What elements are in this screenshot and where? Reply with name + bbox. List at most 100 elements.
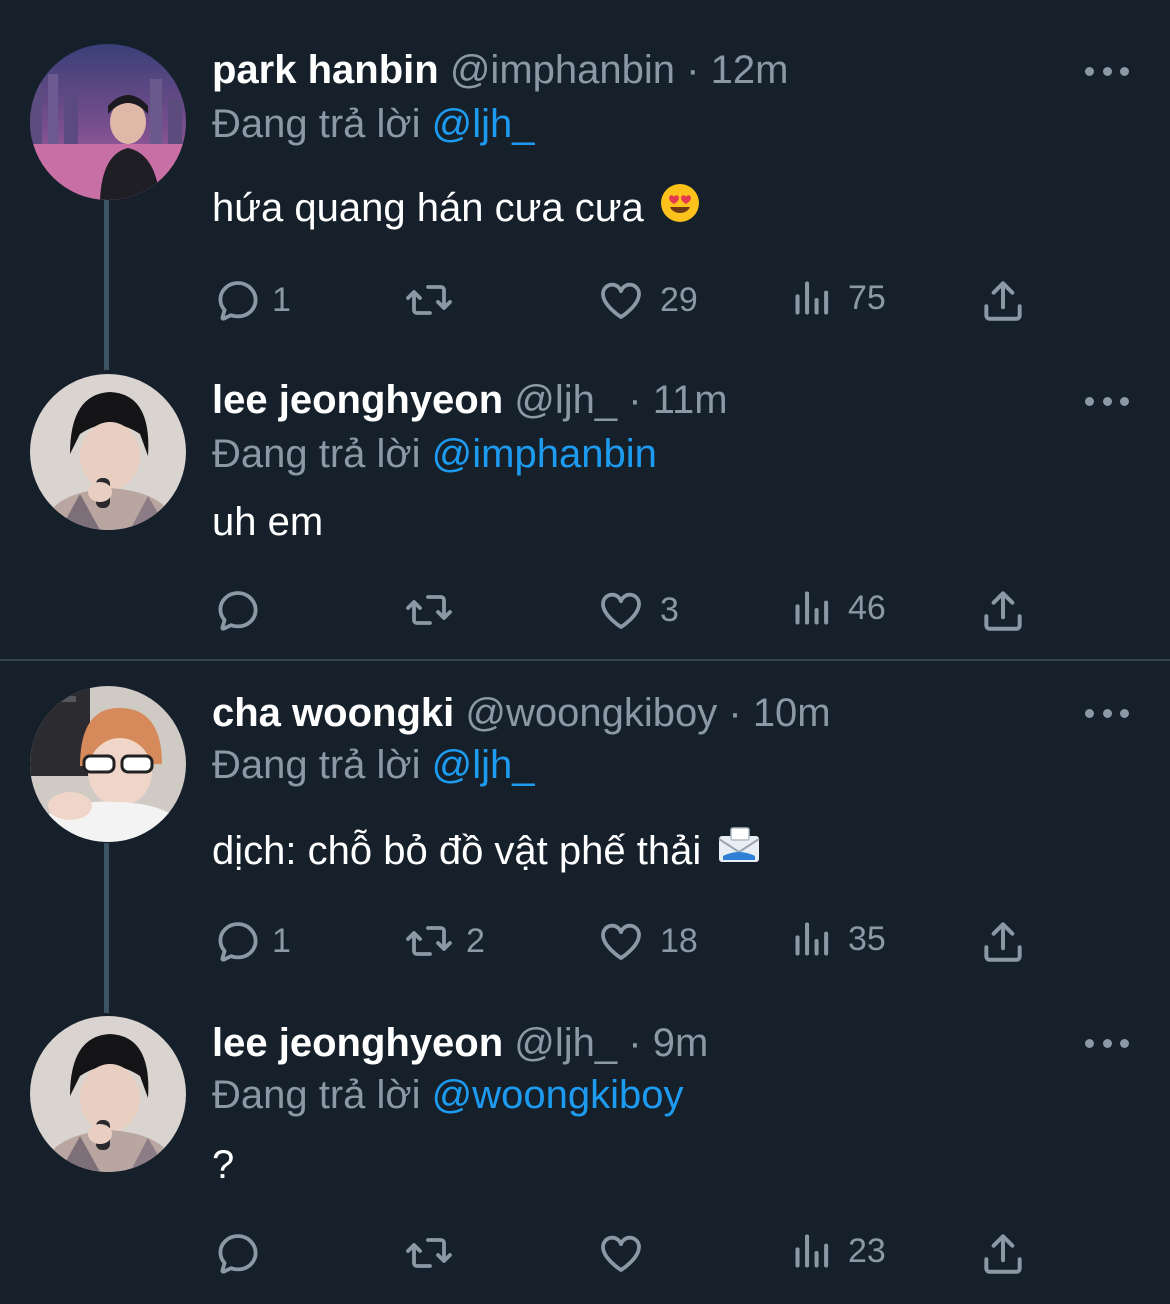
views-button[interactable]: 23 [790, 1229, 886, 1273]
share-button[interactable] [978, 917, 1028, 967]
tweet-text-content: ? [212, 1143, 235, 1187]
reply-button[interactable] [214, 1229, 276, 1277]
timestamp[interactable]: 12m [711, 48, 789, 92]
replying-to: Đang trả lời @ljh_ [212, 737, 535, 793]
separator-dot: · [628, 1021, 642, 1065]
like-count: 29 [660, 280, 698, 319]
display-name[interactable]: park hanbin [212, 48, 439, 92]
mention-link[interactable]: @imphanbin [432, 432, 657, 476]
tweet[interactable]: lee jeonghyeon @ljh_ · 11m Đang trả lời … [0, 340, 1170, 660]
views-icon [790, 586, 834, 630]
tweet-header: park hanbin @imphanbin · 12m [212, 42, 788, 98]
replying-to: Đang trả lời @ljh_ [212, 96, 535, 152]
share-button[interactable] [978, 276, 1028, 326]
tweet-text: hứa quang hán cưa cưa [212, 180, 700, 238]
tweet-text: dịch: chỗ bỏ đồ vật phế thải [212, 823, 761, 881]
avatar-image [30, 1016, 186, 1172]
views-button[interactable]: 46 [790, 586, 886, 630]
avatar-image [30, 374, 186, 530]
views-icon [790, 917, 834, 961]
avatar[interactable] [30, 374, 186, 530]
reply-icon [214, 917, 262, 965]
retweet-count: 2 [466, 921, 485, 960]
envelope-emoji [717, 825, 761, 881]
like-button[interactable]: 29 [596, 276, 698, 324]
display-name[interactable]: lee jeonghyeon [212, 378, 503, 422]
mention-link[interactable]: @woongkiboy [432, 1073, 684, 1117]
avatar-image [30, 686, 186, 842]
separator-dot: · [728, 691, 742, 735]
user-handle[interactable]: @woongkiboy [465, 691, 717, 735]
avatar-image [30, 44, 186, 200]
mention-link[interactable]: @ljh_ [432, 102, 535, 146]
retweet-button[interactable]: 2 [400, 917, 485, 965]
display-name[interactable]: lee jeonghyeon [212, 1021, 503, 1065]
more-icon[interactable] [1085, 703, 1129, 723]
replying-to: Đang trả lời @woongkiboy [212, 1067, 684, 1123]
more-icon[interactable] [1085, 61, 1129, 81]
reply-button[interactable]: 1 [214, 917, 291, 965]
retweet-button[interactable] [400, 276, 472, 324]
avatar[interactable] [30, 44, 186, 200]
timestamp[interactable]: 9m [653, 1021, 709, 1065]
tweet-text-content: dịch: chỗ bỏ đồ vật phế thải [212, 829, 702, 873]
reply-count: 1 [272, 280, 291, 319]
replying-to-label: Đang trả lời [212, 743, 421, 787]
retweet-button[interactable] [400, 1229, 472, 1277]
avatar[interactable] [30, 1016, 186, 1172]
like-button[interactable]: 18 [596, 917, 698, 965]
replying-to-label: Đang trả lời [212, 1073, 421, 1117]
tweet-actions: 3 46 [0, 580, 1170, 640]
like-button[interactable]: 3 [596, 586, 679, 634]
retweet-icon [400, 1229, 458, 1277]
more-icon[interactable] [1085, 391, 1129, 411]
user-handle[interactable]: @ljh_ [514, 1021, 617, 1065]
reply-button[interactable]: 1 [214, 276, 291, 324]
replying-to-label: Đang trả lời [212, 102, 421, 146]
separator-dot: · [628, 378, 642, 422]
like-button[interactable] [596, 1229, 660, 1277]
views-count: 75 [848, 278, 886, 317]
replying-to: Đang trả lời @imphanbin [212, 426, 657, 482]
reply-icon [214, 276, 262, 324]
user-handle[interactable]: @ljh_ [514, 378, 617, 422]
like-count: 3 [660, 590, 679, 629]
tweet[interactable]: cha woongki @woongkiboy · 10m Đang trả l… [0, 661, 1170, 991]
views-count: 46 [848, 588, 886, 627]
share-icon [978, 276, 1028, 326]
like-icon [596, 1229, 646, 1277]
retweet-icon [400, 586, 458, 634]
like-count: 18 [660, 921, 698, 960]
more-icon[interactable] [1085, 1033, 1129, 1053]
retweet-button[interactable] [400, 586, 472, 634]
mention-link[interactable]: @ljh_ [432, 743, 535, 787]
tweet-actions: 1 2 18 35 [0, 911, 1170, 971]
tweet[interactable]: lee jeonghyeon @ljh_ · 9m Đang trả lời @… [0, 991, 1170, 1304]
share-button[interactable] [978, 586, 1028, 636]
views-icon [790, 1229, 834, 1273]
views-count: 23 [848, 1231, 886, 1270]
views-count: 35 [848, 919, 886, 958]
tweet-text-content: uh em [212, 500, 324, 544]
avatar[interactable] [30, 686, 186, 842]
tweet-text: uh em [212, 494, 323, 550]
heart-eyes-emoji [660, 182, 700, 238]
display-name[interactable]: cha woongki [212, 691, 454, 735]
like-icon [596, 276, 646, 324]
tweet-header: lee jeonghyeon @ljh_ · 9m [212, 1015, 708, 1071]
separator-dot: · [686, 48, 700, 92]
views-button[interactable]: 75 [790, 276, 886, 320]
tweet[interactable]: park hanbin @imphanbin · 12m Đang trả lờ… [0, 0, 1170, 340]
reply-button[interactable] [214, 586, 276, 634]
reply-icon [214, 586, 262, 634]
tweet-text-content: hứa quang hán cưa cưa [212, 186, 644, 230]
share-icon [978, 586, 1028, 636]
reply-icon [214, 1229, 262, 1277]
timestamp[interactable]: 11m [653, 378, 728, 422]
like-icon [596, 917, 646, 965]
reply-count: 1 [272, 921, 291, 960]
share-button[interactable] [978, 1229, 1028, 1279]
user-handle[interactable]: @imphanbin [450, 48, 675, 92]
timestamp[interactable]: 10m [753, 691, 831, 735]
views-button[interactable]: 35 [790, 917, 886, 961]
